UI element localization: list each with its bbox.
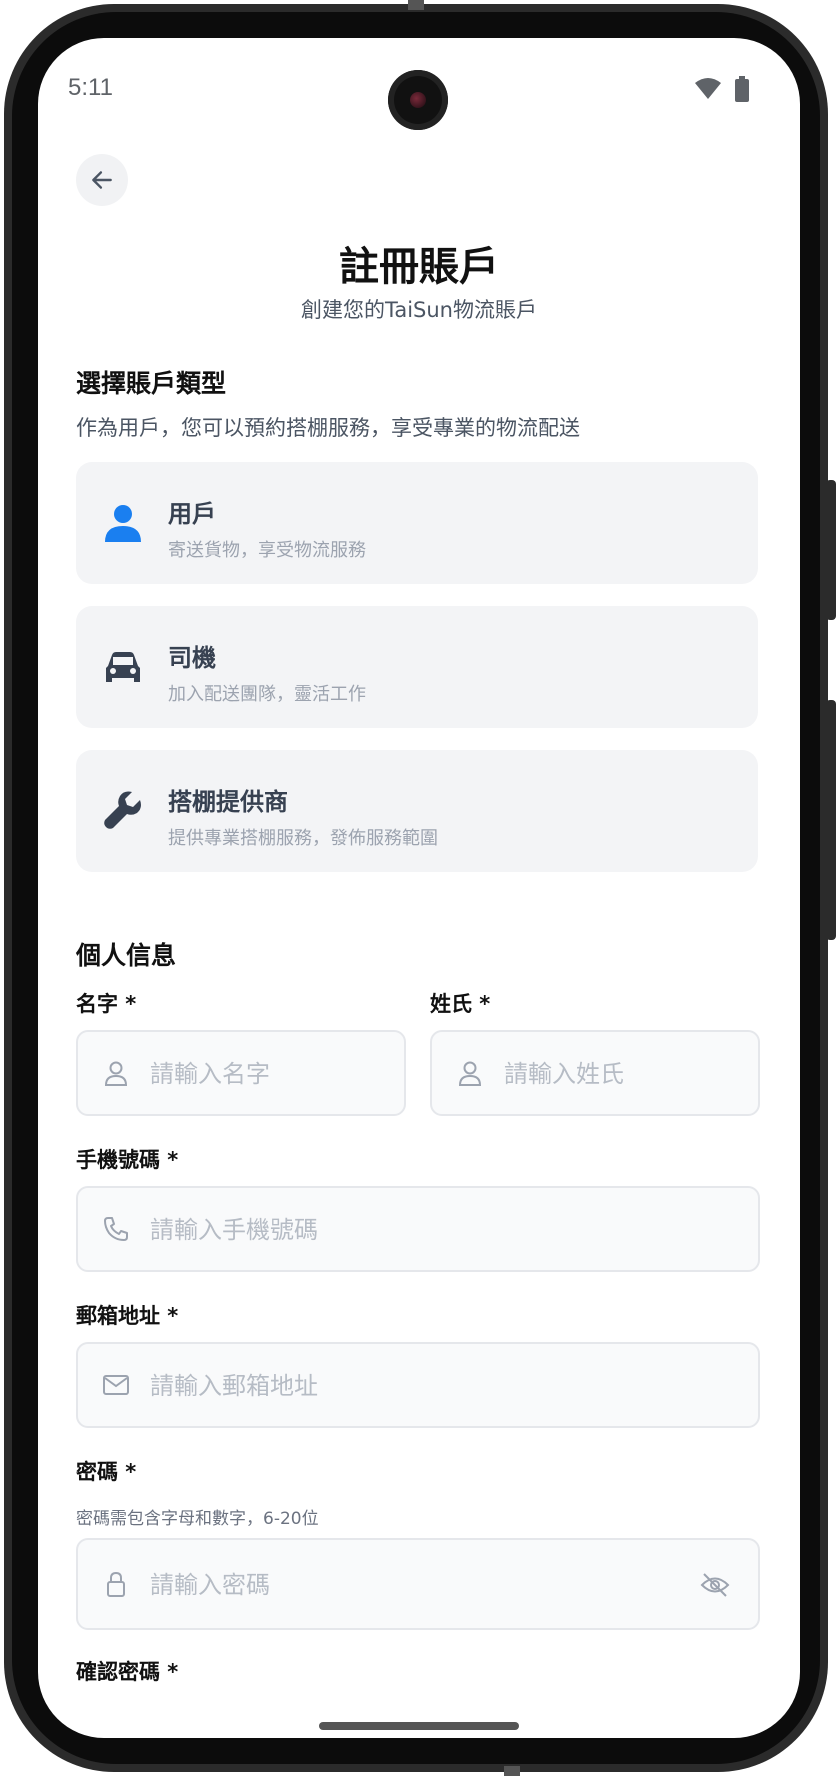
last-name-label: 姓氏 *: [430, 992, 491, 1016]
last-name-input[interactable]: [504, 1058, 698, 1090]
personal-info-heading: 個人信息: [76, 941, 177, 970]
account-type-user-label: 用戶: [168, 500, 216, 528]
account-type-provider-label: 搭棚提供商: [168, 788, 288, 816]
car-icon: [106, 652, 140, 682]
email-field[interactable]: [76, 1342, 760, 1428]
password-label: 密碼 *: [76, 1460, 137, 1484]
user-outline-icon: [458, 1061, 482, 1086]
page-title: 註冊賬戶: [339, 244, 499, 290]
account-type-provider-description: 提供專業搭棚服務，發佈服務範圍: [168, 828, 438, 849]
password-hint: 密碼需包含字母和數字，6-20位: [76, 1509, 319, 1529]
first-name-input[interactable]: [150, 1058, 344, 1090]
mail-icon: [103, 1375, 129, 1395]
last-name-field[interactable]: [430, 1030, 760, 1116]
back-button[interactable]: [76, 154, 128, 206]
front-camera: [388, 70, 448, 130]
status-time: 5:11: [68, 74, 113, 101]
battery-icon: [735, 76, 749, 102]
arrow-left-icon: [92, 171, 112, 189]
account-type-user-card[interactable]: 用戶 寄送貨物，享受物流服務: [76, 462, 758, 584]
password-input[interactable]: [150, 1569, 698, 1601]
status-icons: [694, 76, 750, 102]
phone-icon: [104, 1217, 128, 1241]
account-type-provider-card[interactable]: 搭棚提供商 提供專業搭棚服務，發佈服務範圍: [76, 750, 758, 872]
email-label: 郵箱地址 *: [76, 1304, 179, 1328]
wifi-icon: [695, 78, 721, 99]
phone-input[interactable]: [150, 1214, 698, 1246]
password-field[interactable]: [76, 1538, 760, 1630]
app-screen: 5:11 註冊賬戶 創建您的TaiSun物流賬戶 選擇賬戶類型 作為用戶，您可以…: [38, 38, 800, 1738]
phone-label: 手機號碼 *: [76, 1148, 179, 1172]
account-type-driver-card[interactable]: 司機 加入配送團隊，靈活工作: [76, 606, 758, 728]
wrench-icon: [104, 791, 141, 829]
account-type-driver-description: 加入配送團隊，靈活工作: [168, 684, 366, 705]
account-type-driver-label: 司機: [168, 644, 216, 672]
first-name-field[interactable]: [76, 1030, 406, 1116]
person-icon: [105, 505, 141, 542]
first-name-label: 名字 *: [76, 992, 137, 1016]
account-type-user-description: 寄送貨物，享受物流服務: [168, 540, 366, 561]
phone-field[interactable]: [76, 1186, 760, 1272]
account-type-description: 作為用戶，您可以預約搭棚服務，享受專業的物流配送: [76, 416, 580, 440]
email-input[interactable]: [150, 1370, 698, 1402]
user-outline-icon: [104, 1061, 128, 1086]
account-type-heading: 選擇賬戶類型: [76, 369, 227, 398]
lock-icon: [107, 1571, 125, 1597]
home-indicator[interactable]: [319, 1722, 519, 1730]
eye-off-icon[interactable]: [700, 1570, 730, 1600]
page-subtitle: 創建您的TaiSun物流賬戶: [300, 298, 537, 322]
confirm-password-label: 確認密碼 *: [76, 1660, 179, 1684]
